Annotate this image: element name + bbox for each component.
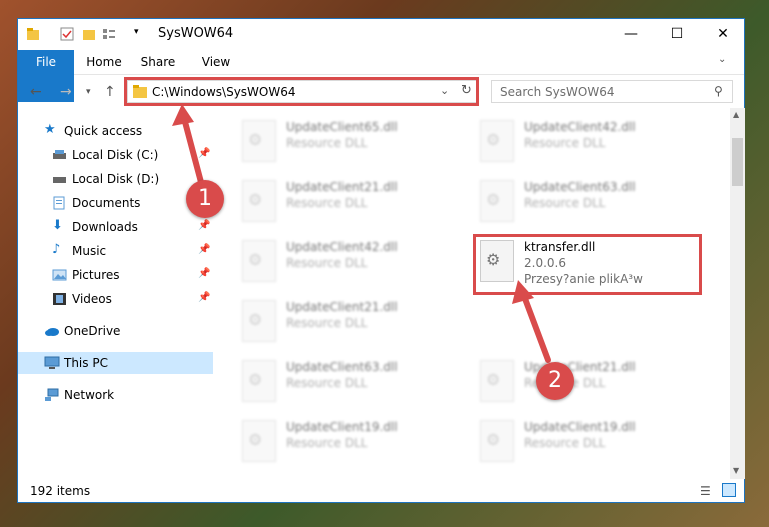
step-1-badge: 1 — [186, 180, 224, 218]
step-2-badge: 2 — [536, 362, 574, 400]
arrow-2 — [512, 280, 551, 363]
annotation-arrows — [172, 104, 551, 363]
arrow-1 — [172, 104, 205, 189]
